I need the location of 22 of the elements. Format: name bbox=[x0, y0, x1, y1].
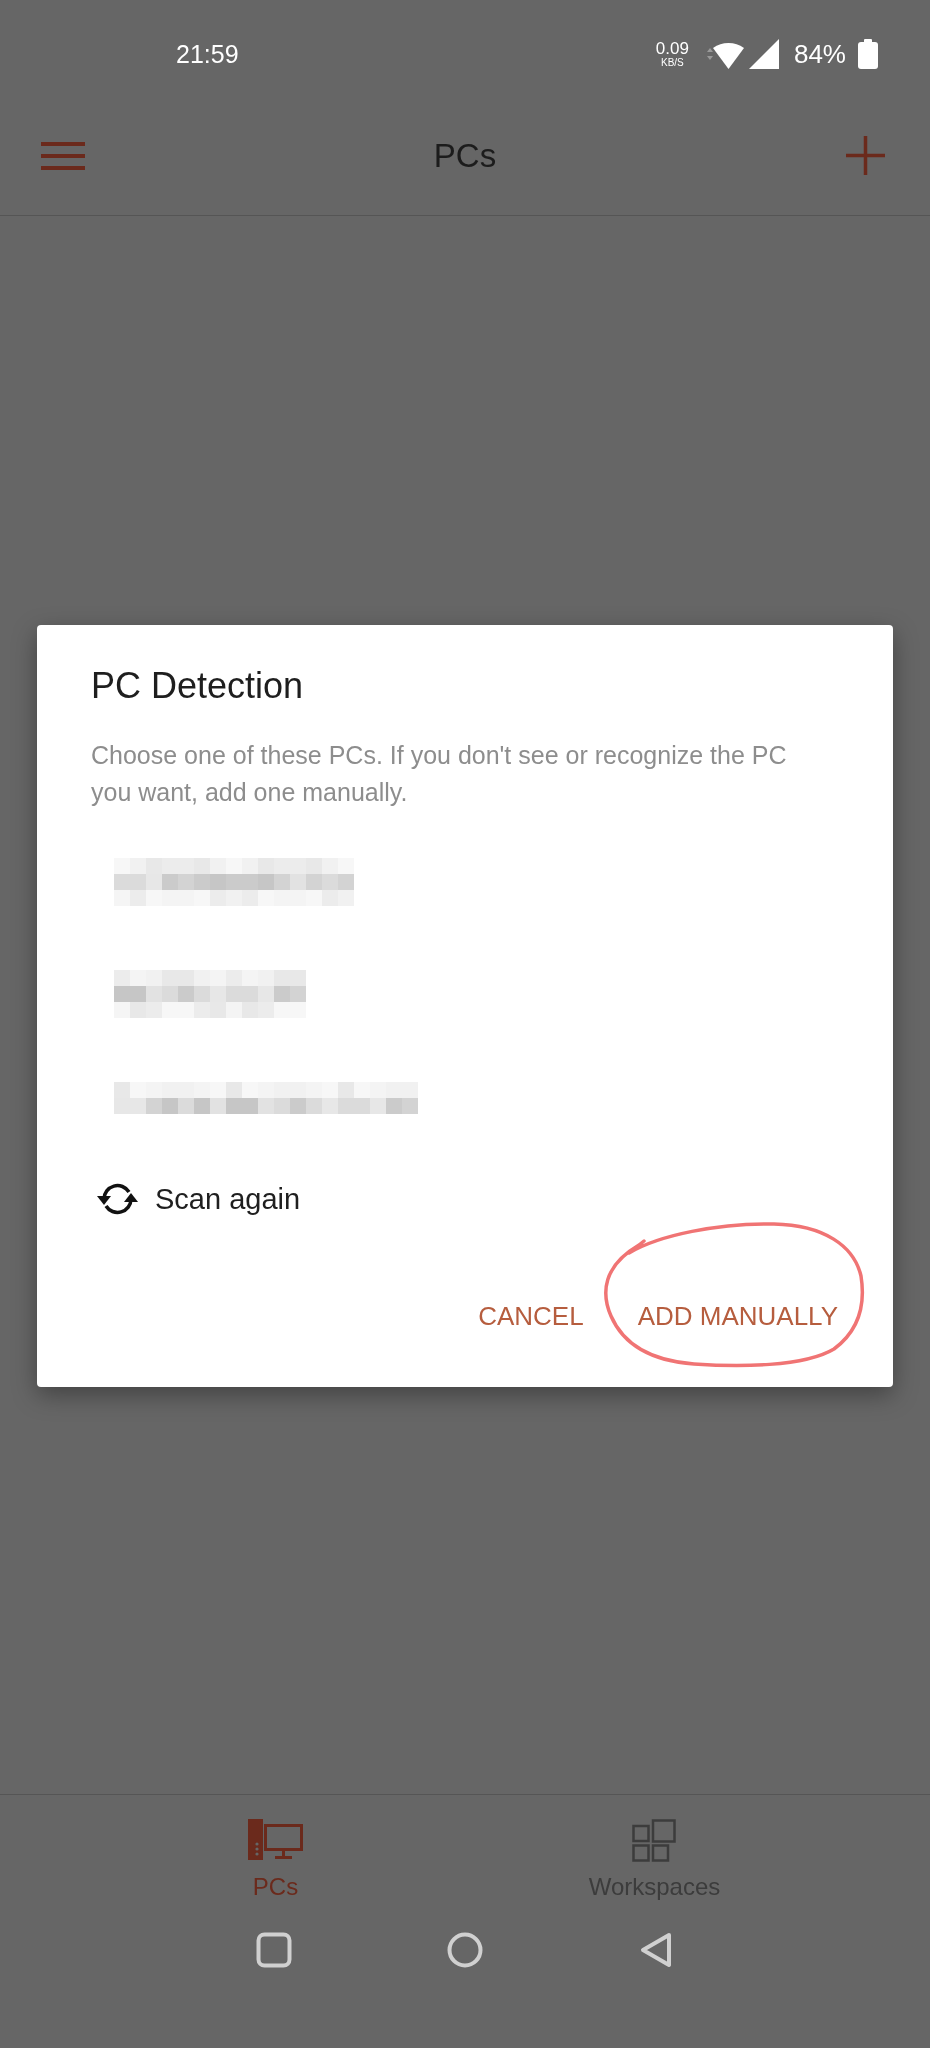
back-icon[interactable] bbox=[639, 1932, 674, 1968]
add-icon[interactable] bbox=[846, 136, 885, 175]
battery-icon bbox=[858, 39, 878, 69]
dialog-action-button[interactable]: ADD MANUALLY bbox=[625, 1287, 850, 1345]
square-icon[interactable] bbox=[255, 1932, 292, 1968]
network-speed: 0.09 bbox=[655, 40, 689, 57]
circle-icon[interactable] bbox=[447, 1932, 483, 1968]
pixelated-text-drawing[interactable] bbox=[114, 858, 354, 906]
menu-icon[interactable] bbox=[41, 140, 85, 171]
clock-time: 21:59 bbox=[176, 39, 239, 69]
app-bar-title: PCs bbox=[433, 135, 497, 176]
computer-icon bbox=[248, 1819, 303, 1860]
signal-icon bbox=[748, 39, 779, 69]
battery-percentage: 84% bbox=[793, 39, 846, 69]
scan-again-button[interactable]: Scan again bbox=[94, 1179, 301, 1219]
dialog-action-button[interactable]: CANCEL bbox=[466, 1287, 596, 1345]
dialog-title: PC Detection bbox=[91, 664, 305, 708]
pixelated-text-drawing[interactable] bbox=[114, 1082, 418, 1114]
grid-icon bbox=[632, 1819, 677, 1862]
network-speed-unit: KB/S bbox=[661, 57, 684, 68]
pixelated-text-drawing[interactable] bbox=[114, 970, 306, 1018]
dialog-message: Choose one of these PCs. If you don't see or recognize the PC you want, add one manually. bbox=[91, 740, 788, 808]
